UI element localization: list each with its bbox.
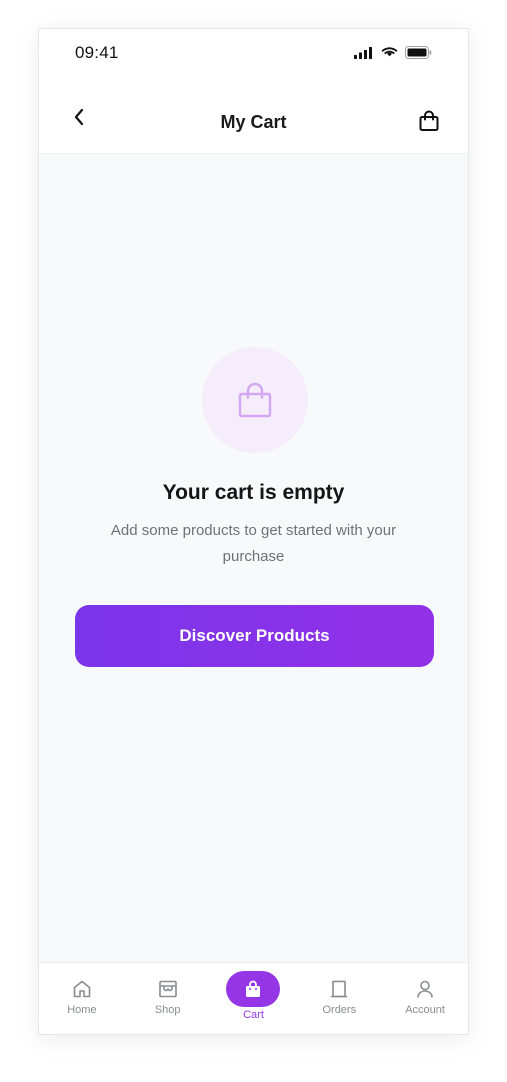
signal-icon: [354, 46, 372, 59]
cart-button[interactable]: [418, 110, 440, 132]
status-bar: 09:41: [39, 29, 468, 79]
discover-products-button[interactable]: Discover Products: [75, 605, 434, 667]
nav-bar: My Cart: [39, 79, 468, 154]
bottom-tab-bar: Home Shop Cart Orders Account: [39, 962, 468, 1034]
tab-label: Cart: [243, 1009, 264, 1021]
tab-label: Home: [67, 1004, 97, 1016]
active-tab-indicator: [226, 971, 281, 1007]
tab-shop[interactable]: Shop: [125, 963, 211, 1034]
store-icon: [158, 980, 177, 998]
tab-label: Shop: [154, 1004, 181, 1016]
status-time: 09:41: [75, 43, 119, 62]
user-icon: [417, 980, 433, 998]
tab-account[interactable]: Account: [382, 963, 468, 1034]
battery-icon: [405, 46, 432, 59]
phone-frame: 09:41 My Cart Your cart is empty Add som…: [38, 28, 469, 1035]
tab-home[interactable]: Home: [39, 963, 125, 1034]
home-icon: [73, 980, 91, 998]
status-icons: [354, 46, 432, 59]
receipt-icon: [330, 980, 348, 998]
tab-label: Orders: [322, 1004, 357, 1016]
shopping-bag-icon: [419, 110, 439, 131]
wifi-icon: [381, 46, 398, 56]
shopping-bag-icon: [238, 382, 272, 418]
empty-state-subtitle: Add some products to get started with yo…: [110, 522, 397, 565]
tab-label: Account: [405, 1004, 445, 1016]
empty-cart-illustration: [202, 347, 308, 453]
empty-state-title: Your cart is empty: [162, 481, 345, 504]
tab-orders[interactable]: Orders: [296, 963, 382, 1034]
tab-cart[interactable]: Cart: [211, 963, 297, 1034]
shopping-bag-icon: [246, 980, 261, 997]
page-title: My Cart: [220, 112, 287, 132]
